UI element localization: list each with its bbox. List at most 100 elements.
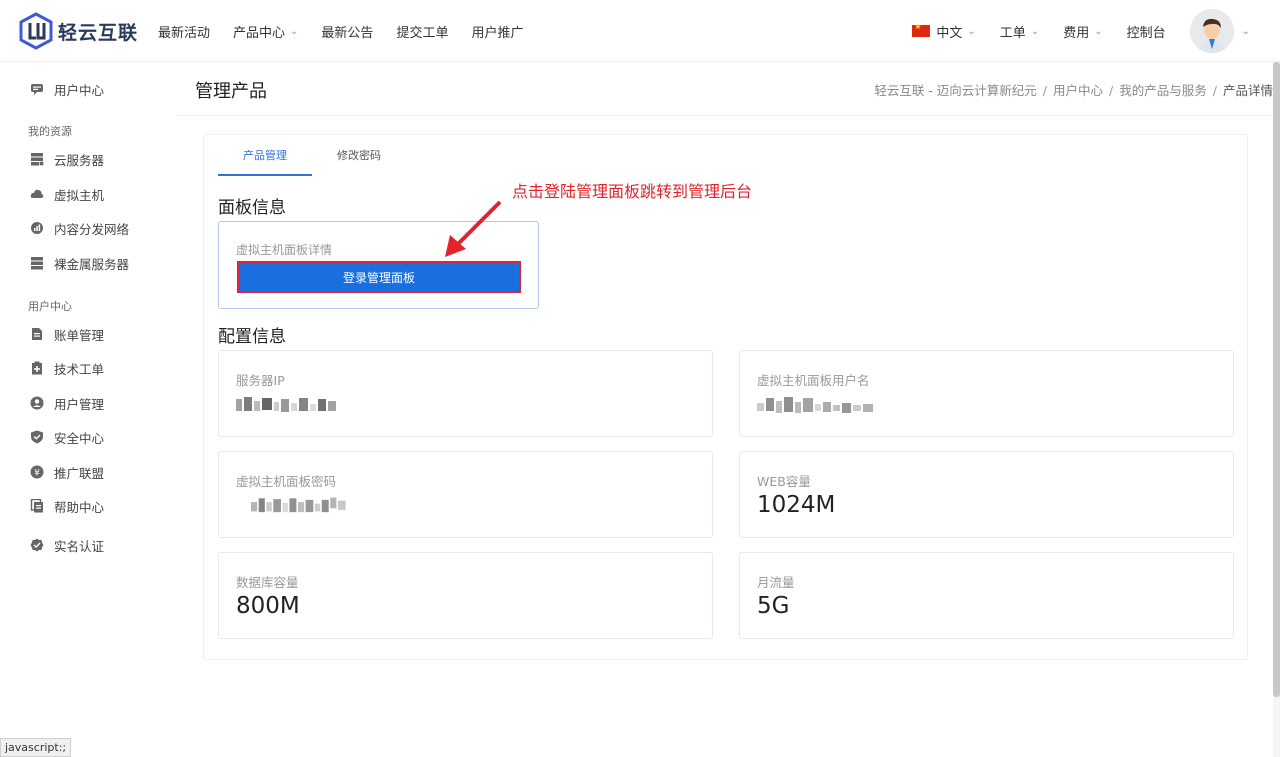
logo-icon <box>19 12 53 50</box>
breadcrumb: 轻云互联 - 迈向云计算新纪元 / 用户中心 / 我的产品与服务 / 产品详情 <box>874 80 1273 99</box>
sidebar-item-label: 内容分发网络 <box>54 221 130 237</box>
cdn-icon <box>31 222 43 234</box>
login-panel-button[interactable]: 登录管理面板 <box>237 261 521 293</box>
product-detail-card: 产品管理 修改密码 面板信息 虚拟主机面板详情 登录管理面板 配置信息 服务器I… <box>203 134 1248 660</box>
cloud-icon <box>30 189 44 198</box>
sidebar-item-label: 用户管理 <box>54 396 105 412</box>
monthly-traffic-value: 5G <box>757 593 790 619</box>
panel-password-box: 虚拟主机面板密码 <box>218 451 713 538</box>
chevron-down-icon: ⌄ <box>967 25 976 37</box>
breadcrumb-separator: / <box>1109 83 1114 98</box>
breadcrumb-user-center[interactable]: 用户中心 <box>1053 83 1103 98</box>
sidebar-item-user-center[interactable]: 用户中心 <box>30 79 104 99</box>
breadcrumb-home[interactable]: 轻云互联 - 迈向云计算新纪元 <box>874 83 1036 98</box>
sidebar-item-virtual-host[interactable]: 虚拟主机 <box>30 184 104 204</box>
avatar[interactable] <box>1189 9 1234 53</box>
redacted-panel-username <box>757 397 873 413</box>
nav-announcements[interactable]: 最新公告 <box>321 22 373 41</box>
server-ip-box: 服务器IP <box>218 350 713 437</box>
browser-status-bar: javascript:; <box>0 738 72 757</box>
sidebar-group-user-center: 用户中心 <box>28 300 72 313</box>
sidebar-item-affiliate[interactable]: ¥ 推广联盟 <box>30 462 104 482</box>
fee-menu[interactable]: 费用 ⌄ <box>1063 22 1102 41</box>
sidebar-item-label: 帮助中心 <box>54 499 105 515</box>
server-icon <box>31 153 44 166</box>
content-area: 产品管理 修改密码 面板信息 虚拟主机面板详情 登录管理面板 配置信息 服务器I… <box>177 116 1273 757</box>
nav-product-center[interactable]: 产品中心 ⌄ <box>233 22 298 41</box>
breadcrumb-separator: / <box>1212 83 1217 98</box>
sidebar-item-cdn[interactable]: 内容分发网络 <box>30 218 129 238</box>
panel-password-label: 虚拟主机面板密码 <box>236 474 337 489</box>
sidebar-item-billing[interactable]: 账单管理 <box>30 324 104 344</box>
sidebar-item-label: 裸金属服务器 <box>54 256 130 272</box>
page-scrollbar[interactable] <box>1273 62 1280 697</box>
console-link[interactable]: 控制台 <box>1127 22 1166 41</box>
sidebar-group-resources: 我的资源 <box>28 125 72 138</box>
verified-badge-icon <box>30 538 44 552</box>
china-flag-icon <box>912 22 931 37</box>
sidebar-item-tech-ticket[interactable]: 技术工单 <box>30 358 104 378</box>
main-nav: 最新活动 产品中心 ⌄ 最新公告 提交工单 用户推广 <box>158 0 546 62</box>
sidebar-item-label: 推广联盟 <box>54 465 105 481</box>
breadcrumb-current: 产品详情 <box>1222 83 1273 98</box>
document-icon <box>32 328 42 340</box>
panel-username-box: 虚拟主机面板用户名 <box>739 350 1234 437</box>
sidebar-item-user-management[interactable]: 用户管理 <box>30 393 104 413</box>
sidebar-item-security[interactable]: 安全中心 <box>30 427 104 447</box>
nav-product-center-label: 产品中心 <box>233 25 286 41</box>
web-capacity-label: WEB容量 <box>757 474 811 489</box>
page-title: 管理产品 <box>195 81 267 102</box>
web-capacity-box: WEB容量 1024M <box>739 451 1234 538</box>
ticket-label: 工单 <box>999 25 1026 41</box>
svg-text:¥: ¥ <box>34 468 40 478</box>
sidebar-item-label: 技术工单 <box>54 361 105 377</box>
tab-product-management[interactable]: 产品管理 <box>218 143 312 176</box>
config-info-title: 配置信息 <box>218 327 286 347</box>
chat-icon <box>31 84 43 95</box>
language-select[interactable]: 中文 ⌄ <box>912 22 976 41</box>
annotation-arrow-icon <box>445 200 502 257</box>
breadcrumb-separator: / <box>1042 83 1048 98</box>
monthly-traffic-box: 月流量 5G <box>739 552 1234 639</box>
annotation-text: 点击登陆管理面板跳转到管理后台 <box>512 182 753 201</box>
db-capacity-label: 数据库容量 <box>236 575 299 590</box>
breadcrumb-my-products[interactable]: 我的产品与服务 <box>1119 83 1207 98</box>
sidebar-item-cloud-server[interactable]: 云服务器 <box>30 149 104 169</box>
sidebar-item-label: 用户中心 <box>54 82 105 98</box>
chevron-down-icon: ⌄ <box>1030 25 1040 37</box>
language-label: 中文 <box>936 25 963 41</box>
redacted-server-ip <box>236 397 336 412</box>
sidebar-item-help[interactable]: 帮助中心 <box>30 496 104 516</box>
ticket-menu[interactable]: 工单 ⌄ <box>1000 22 1039 41</box>
clipboard-icon <box>32 361 42 375</box>
shield-icon <box>31 430 43 444</box>
chevron-down-icon: ⌄ <box>290 25 299 37</box>
fee-label: 费用 <box>1063 25 1090 41</box>
tab-change-password[interactable]: 修改密码 <box>312 143 406 176</box>
panel-username-label: 虚拟主机面板用户名 <box>757 373 870 388</box>
tab-bar: 产品管理 修改密码 <box>218 143 406 176</box>
monthly-traffic-label: 月流量 <box>757 575 795 590</box>
panel-info-title: 面板信息 <box>218 198 286 218</box>
sidebar-item-bare-metal[interactable]: 裸金属服务器 <box>30 253 129 273</box>
sidebar-item-label: 虚拟主机 <box>54 187 105 203</box>
panel-detail-label: 虚拟主机面板详情 <box>236 243 333 257</box>
chevron-down-icon[interactable]: ⌄ <box>1242 26 1250 37</box>
sidebar-item-label: 账单管理 <box>54 327 105 343</box>
sidebar-item-label: 云服务器 <box>54 152 105 168</box>
server-ip-label: 服务器IP <box>236 373 285 388</box>
nav-user-promotion[interactable]: 用户推广 <box>471 22 523 41</box>
brand-logo[interactable]: 轻云互联 <box>18 12 138 50</box>
header-actions: 中文 ⌄ 工单 ⌄ 费用 ⌄ 控制台 ⌄ <box>888 0 1250 62</box>
help-document-icon <box>30 499 43 513</box>
nav-latest-activity[interactable]: 最新活动 <box>158 22 210 41</box>
sidebar-item-verification[interactable]: 实名认证 <box>30 535 104 555</box>
user-avatar-icon <box>1189 9 1234 53</box>
db-capacity-box: 数据库容量 800M <box>218 552 713 639</box>
db-capacity-value: 800M <box>236 593 300 619</box>
web-capacity-value: 1024M <box>757 492 836 518</box>
brand-name: 轻云互联 <box>58 21 139 44</box>
chevron-down-icon: ⌄ <box>1094 25 1103 37</box>
sidebar-item-label: 安全中心 <box>54 430 105 446</box>
nav-submit-ticket[interactable]: 提交工单 <box>396 22 448 41</box>
